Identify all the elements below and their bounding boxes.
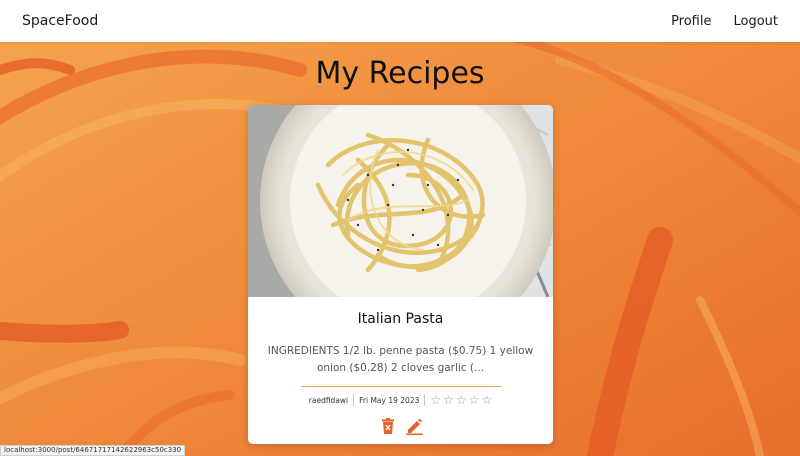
recipe-card[interactable]: Italian Pasta INGREDIENTS 1/2 lb. penne … xyxy=(248,105,553,444)
recipe-author[interactable]: raedfidawi xyxy=(309,396,348,405)
meta-separator xyxy=(424,394,426,406)
recipe-date: Fri May 19 2023 xyxy=(359,395,420,405)
nav-links: Profile Logout xyxy=(671,14,778,29)
recipe-meta: raedfidawi Fri May 19 2023 ☆ ☆ ☆ ☆ ☆ xyxy=(248,393,553,407)
nav-link-profile[interactable]: Profile xyxy=(671,14,711,29)
brand-logo-link[interactable]: SpaceFood xyxy=(22,13,98,29)
recipe-actions xyxy=(248,417,553,435)
star-icon[interactable]: ☆ xyxy=(481,394,492,406)
top-navbar: SpaceFood Profile Logout xyxy=(0,0,800,42)
recipe-description: INGREDIENTS 1/2 lb. penne pasta ($0.75) … xyxy=(267,345,534,374)
meta-separator xyxy=(353,394,355,406)
star-icon[interactable]: ☆ xyxy=(456,394,467,406)
recipe-title[interactable]: Italian Pasta xyxy=(248,311,553,327)
page-title: My Recipes xyxy=(315,56,485,91)
pasta-photo-image xyxy=(248,105,553,297)
star-icon[interactable]: ☆ xyxy=(430,394,441,406)
star-icon[interactable]: ☆ xyxy=(469,394,480,406)
nav-link-logout[interactable]: Logout xyxy=(733,14,778,29)
trash-icon[interactable] xyxy=(379,417,397,435)
star-icon[interactable]: ☆ xyxy=(443,394,454,406)
browser-status-url: localhost:3000/post/64671717142622963c50… xyxy=(0,445,186,456)
pencil-icon[interactable] xyxy=(405,417,423,435)
rating-stars: ☆ ☆ ☆ ☆ ☆ xyxy=(430,394,492,406)
card-divider xyxy=(300,386,501,387)
